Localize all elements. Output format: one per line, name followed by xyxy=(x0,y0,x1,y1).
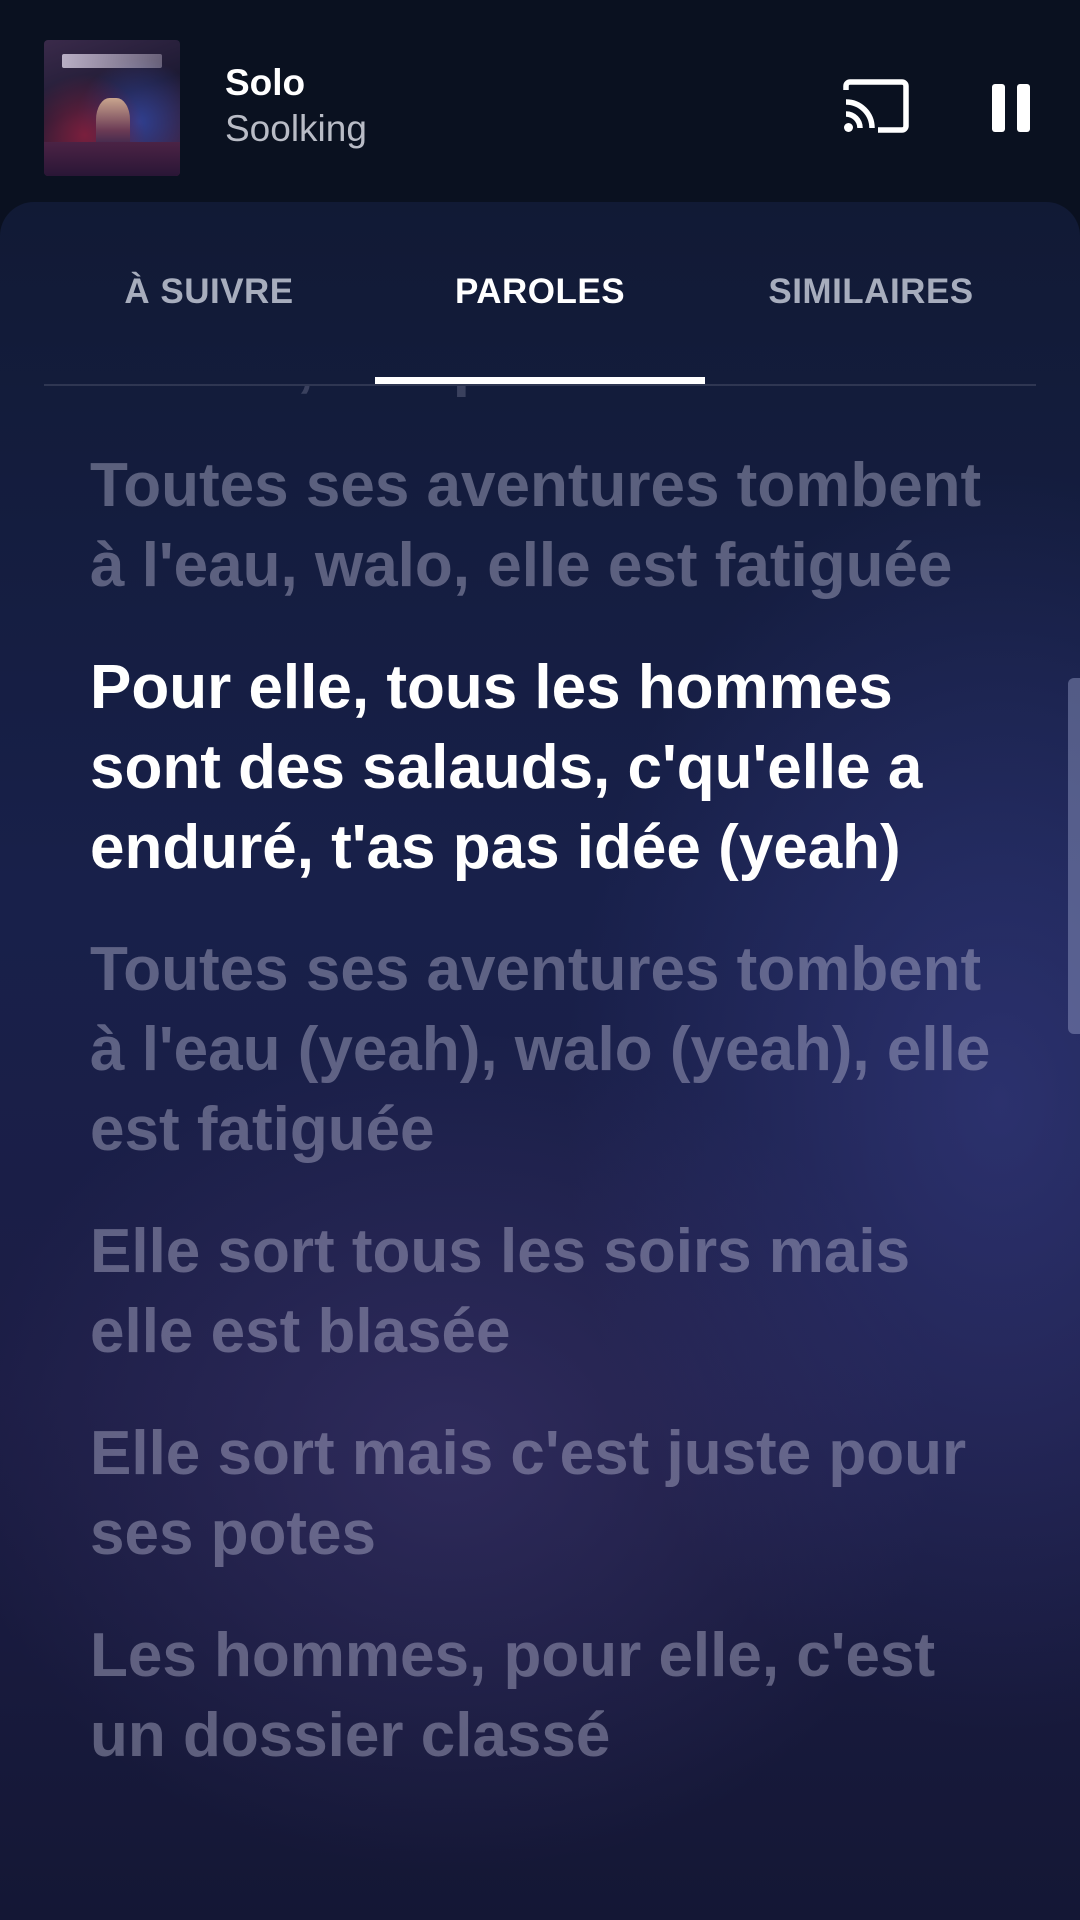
lyrics-sheet: À SUIVRE PAROLES SIMILAIRES enduré, t'as… xyxy=(0,202,1080,1920)
lyric-line: Toutes ses aventures tombent à l'eau (ye… xyxy=(90,935,991,1164)
scrollbar-thumb[interactable] xyxy=(1068,678,1080,1034)
mini-player[interactable]: Solo Soolking xyxy=(0,0,1080,210)
active-tab-indicator xyxy=(375,377,705,384)
tab-bar: À SUIVRE PAROLES SIMILAIRES xyxy=(44,202,1036,386)
lyric-line: Elle sort mais c'est juste pour ses pote… xyxy=(90,1419,967,1568)
lyrics-list: enduré, t'as pas idée Toutes ses aventur… xyxy=(90,386,1010,1818)
lyric-line: enduré, t'as pas idée xyxy=(90,386,1010,404)
cast-icon xyxy=(843,79,909,133)
cast-button[interactable] xyxy=(840,76,912,136)
music-player-screen: Solo Soolking À SUIVRE PAROLES SIMILAIRE… xyxy=(0,0,1080,1920)
lyric-line: Les hommes, pour elle, c'est un dossier … xyxy=(90,1621,936,1770)
pause-button[interactable] xyxy=(986,80,1036,136)
tab-lyrics[interactable]: PAROLES xyxy=(375,262,705,322)
lyrics-panel[interactable]: enduré, t'as pas idée Toutes ses aventur… xyxy=(0,386,1080,1920)
lyric-line-current: Pour elle, tous les hommes sont des sala… xyxy=(90,653,923,882)
tab-related[interactable]: SIMILAIRES xyxy=(706,262,1036,322)
lyric-line: Elle sort tous les soirs mais elle est b… xyxy=(90,1217,911,1366)
album-art[interactable] xyxy=(44,40,180,176)
tab-up-next[interactable]: À SUIVRE xyxy=(44,262,374,322)
track-artist: Soolking xyxy=(225,108,367,149)
album-art-floor-graphic xyxy=(44,142,180,176)
track-title: Solo xyxy=(225,62,306,103)
lyric-line: Toutes ses aventures tombent à l'eau, wa… xyxy=(90,451,982,600)
album-art-title-graphic xyxy=(62,54,162,68)
pause-icon xyxy=(992,84,1030,132)
